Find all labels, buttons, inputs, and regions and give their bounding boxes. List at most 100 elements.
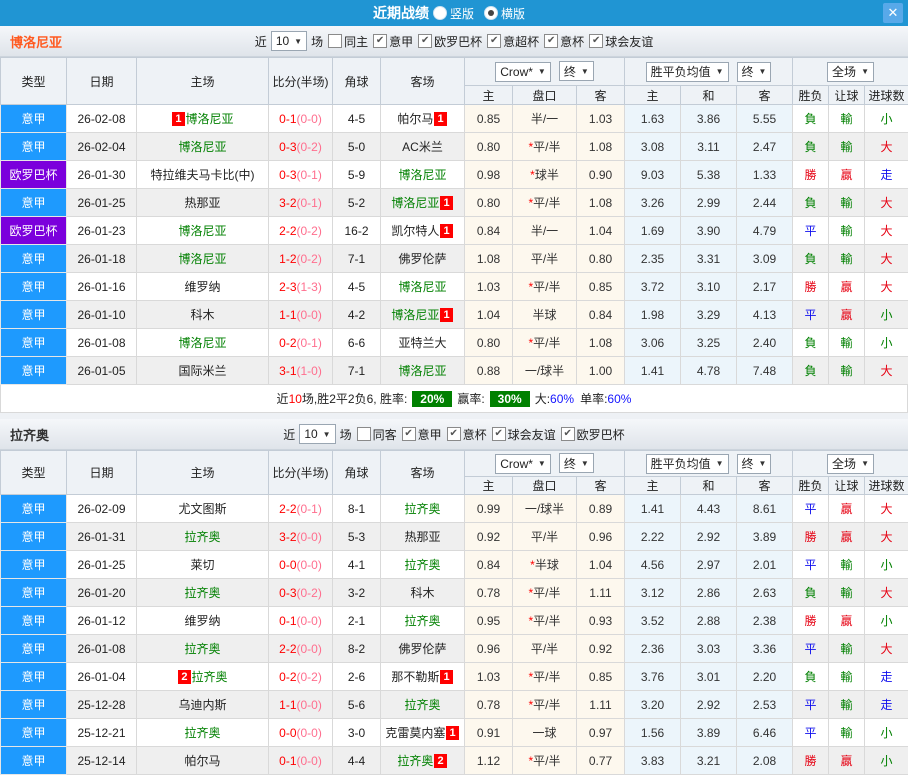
match-league: 意甲 (1, 357, 67, 385)
odds-away: 1.11 (577, 579, 625, 607)
away-team: 佛罗伦萨 (381, 245, 465, 273)
summary-text: 赢率: (457, 390, 484, 407)
result-handicap: 輸 (829, 189, 865, 217)
col-date: 日期 (67, 58, 137, 105)
odds-away: 0.96 (577, 523, 625, 551)
match-date: 26-01-25 (67, 551, 137, 579)
star-mark: * (530, 558, 535, 572)
europe-draw: 3.86 (681, 105, 737, 133)
odds-handicap-line: 一/球半 (513, 495, 577, 523)
radio-horizontal-layout[interactable]: 横版 (484, 5, 525, 22)
match-league: 意甲 (1, 747, 67, 775)
match-score: 3-2(0-1) (269, 189, 333, 217)
result-outcome: 平 (793, 719, 829, 747)
lazio-table: 类型 日期 主场 比分(半场) 角球 客场 Crow*▼终▼ 胜平负均值▼终▼ … (0, 450, 908, 775)
result-goals: 大 (865, 495, 908, 523)
subcol-europe-draw: 和 (681, 86, 737, 105)
big-rate-value: 60% (550, 392, 574, 406)
result-outcome: 平 (793, 691, 829, 719)
odds-away: 1.03 (577, 105, 625, 133)
europe-time-select[interactable]: 终▼ (737, 454, 772, 474)
odds-handicap-line: 半球 (513, 301, 577, 329)
europe-home: 3.08 (625, 133, 681, 161)
odds-home: 0.78 (465, 579, 513, 607)
away-team: 拉齐奥 (381, 495, 465, 523)
halftime-score: (0-1) (297, 336, 322, 350)
europe-away: 2.17 (737, 273, 793, 301)
europe-odds-select[interactable]: 胜平负均值▼ (646, 454, 729, 474)
col-score: 比分(半场) (269, 451, 333, 495)
europe-draw: 2.86 (681, 579, 737, 607)
match-count-select[interactable]: 10 ▼ (271, 31, 307, 51)
fulltime-score: 3-2 (279, 530, 296, 544)
result-goals: 走 (865, 663, 908, 691)
odds-handicap-line: *平/半 (513, 579, 577, 607)
team-name-text: 博洛尼亚 (178, 224, 226, 238)
match-league: 意甲 (1, 607, 67, 635)
bookmaker-select[interactable]: Crow*▼ (495, 62, 551, 82)
result-handicap: 輸 (829, 719, 865, 747)
match-count-select[interactable]: 10 ▼ (299, 424, 335, 444)
europe-draw: 3.10 (681, 273, 737, 301)
home-team: 尤文图斯 (137, 495, 269, 523)
chevron-down-icon: ▼ (538, 67, 546, 76)
league-checkbox[interactable]: ✔ (402, 427, 416, 441)
subcol-handicap: 盘口 (513, 86, 577, 105)
match-league: 意甲 (1, 579, 67, 607)
red-card-badge: 1 (172, 112, 184, 126)
halftime-score: (0-0) (297, 308, 322, 322)
match-count-value: 10 (304, 427, 317, 441)
same-home-checkbox[interactable] (328, 34, 342, 48)
league-checkbox[interactable]: ✔ (589, 34, 603, 48)
league-checkbox[interactable]: ✔ (492, 427, 506, 441)
away-team: AC米兰 (381, 133, 465, 161)
odds-away: 1.08 (577, 329, 625, 357)
odds-handicap-line: 半/一 (513, 105, 577, 133)
bookmaker-select[interactable]: Crow*▼ (495, 454, 551, 474)
europe-odds-select[interactable]: 胜平负均值▼ (646, 62, 729, 82)
league-checkbox[interactable]: ✔ (447, 427, 461, 441)
team-name-text: 凯尔特人 (391, 224, 439, 238)
star-mark: * (528, 754, 533, 768)
radio-vertical-layout[interactable]: 竖版 (433, 5, 474, 22)
league-checkbox[interactable]: ✔ (544, 34, 558, 48)
europe-away: 1.33 (737, 161, 793, 189)
team-title: 拉齐奥 (10, 425, 49, 444)
league-checkbox[interactable]: ✔ (561, 427, 575, 441)
result-goals: 大 (865, 189, 908, 217)
subcol-odds-home: 主 (465, 86, 513, 105)
radio-circle-icon (433, 6, 447, 20)
table-row: 欧罗巴杯26-01-23博洛尼亚2-2(0-2)16-2凯尔特人10.84半/一… (1, 217, 908, 245)
corner-score: 5-0 (333, 133, 381, 161)
odds-away: 0.97 (577, 719, 625, 747)
team-name-text: 国际米兰 (178, 364, 226, 378)
league-checkbox[interactable]: ✔ (418, 34, 432, 48)
close-icon[interactable]: ✕ (883, 3, 903, 23)
scope-select[interactable]: 全场▼ (827, 454, 874, 474)
table-row: 意甲25-12-21拉齐奥0-0(0-0)3-0克雷莫内塞10.91一球0.97… (1, 719, 908, 747)
odds-home: 0.88 (465, 357, 513, 385)
home-team: 乌迪内斯 (137, 691, 269, 719)
corner-score: 3-2 (333, 579, 381, 607)
odds-away: 0.84 (577, 301, 625, 329)
match-league: 意甲 (1, 691, 67, 719)
table-row: 意甲25-12-14帕尔马0-1(0-0)4-4拉齐奥21.12*平/半0.77… (1, 747, 908, 775)
summary-count: 10 (289, 392, 302, 406)
league-checkbox[interactable]: ✔ (373, 34, 387, 48)
scope-select[interactable]: 全场▼ (827, 62, 874, 82)
odds-away: 0.89 (577, 495, 625, 523)
odds-time-select[interactable]: 终▼ (559, 453, 594, 473)
league-checkbox[interactable]: ✔ (487, 34, 501, 48)
odds-handicap-line: 平/半 (513, 523, 577, 551)
odds-handicap-line: 半/一 (513, 217, 577, 245)
red-card-badge: 1 (440, 224, 452, 238)
europe-draw: 2.99 (681, 189, 737, 217)
result-outcome: 負 (793, 105, 829, 133)
match-score: 0-3(0-1) (269, 161, 333, 189)
league-checkbox-label: 意超杯 (503, 33, 539, 50)
same-away-checkbox[interactable] (357, 427, 371, 441)
col-corner: 角球 (333, 58, 381, 105)
europe-draw: 2.92 (681, 523, 737, 551)
europe-time-select[interactable]: 终▼ (737, 62, 772, 82)
odds-time-select[interactable]: 终▼ (559, 61, 594, 81)
